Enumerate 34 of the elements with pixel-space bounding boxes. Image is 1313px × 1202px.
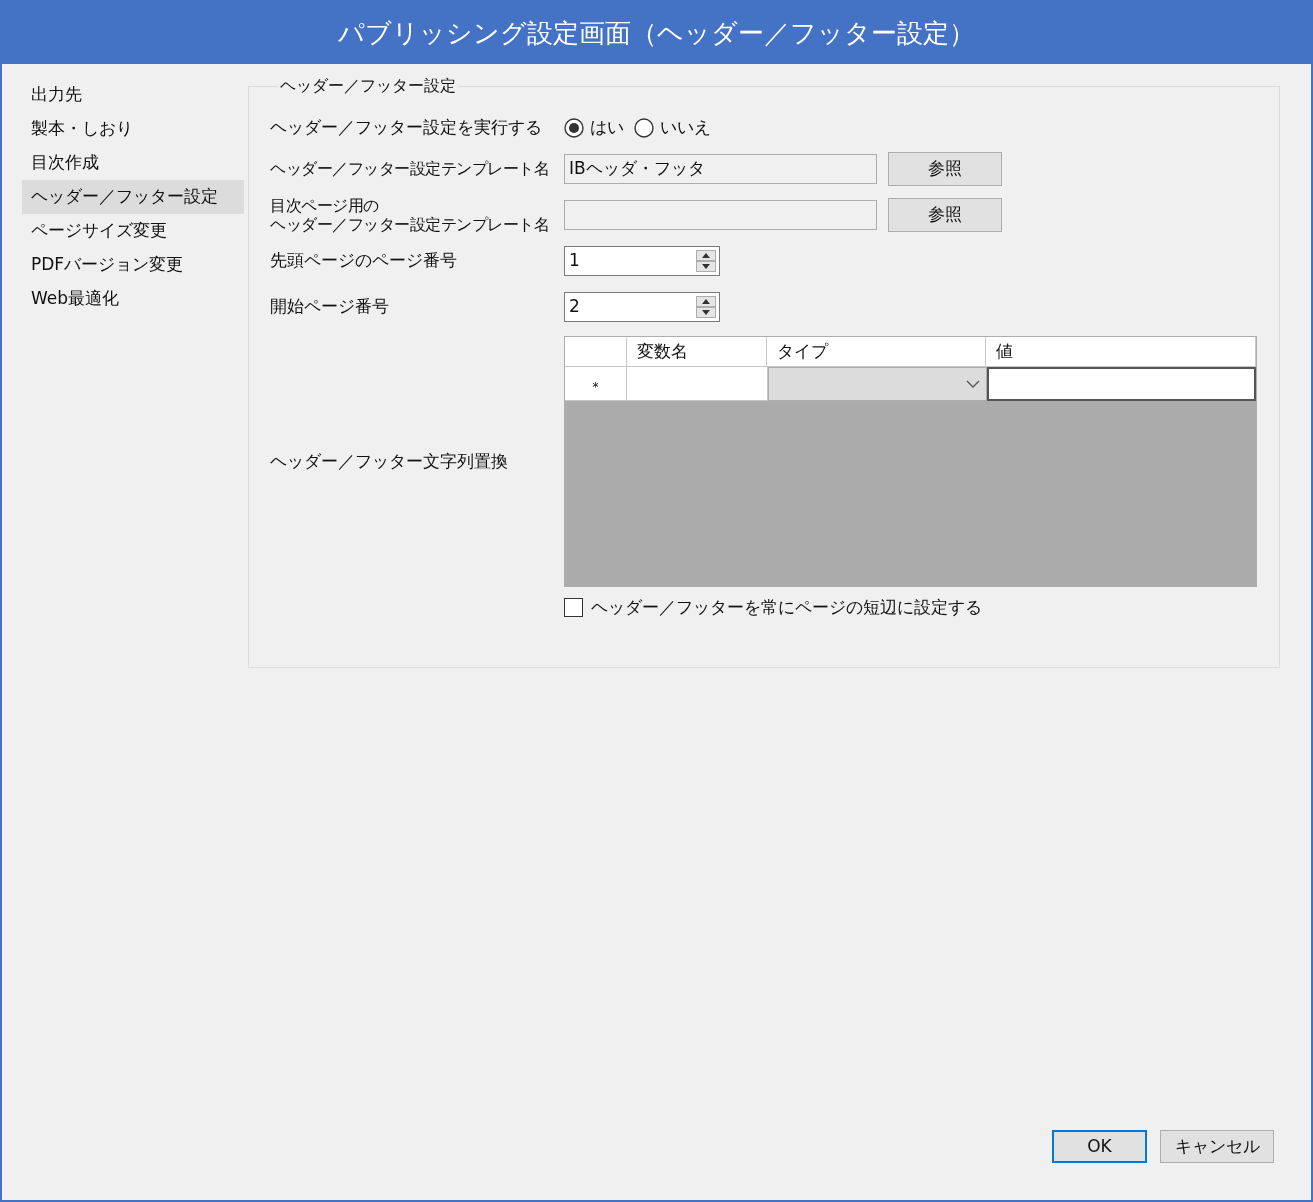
sidebar-item[interactable]: Web最適化 [22, 282, 244, 316]
spinner-arrows-icon[interactable] [696, 296, 716, 318]
spinner-arrows-icon[interactable] [696, 250, 716, 272]
sidebar-item[interactable]: PDFバージョン変更 [22, 248, 244, 282]
toc-template-field[interactable] [564, 200, 877, 230]
radio-icon[interactable] [564, 118, 584, 138]
browse-button[interactable]: 参照 [888, 198, 1002, 232]
short-edge-checkbox[interactable]: ヘッダー／フッターを常にページの短辺に設定する [564, 595, 1259, 621]
sidebar-item[interactable]: 製本・しおり [22, 112, 244, 146]
field-label: 先頭ページのページ番号 [270, 249, 458, 273]
dialog-button[interactable]: OK [1052, 1130, 1147, 1163]
start-page-number-field[interactable]: 2 [564, 292, 720, 322]
sidebar-item[interactable]: 目次作成 [22, 146, 244, 180]
field-label: 開始ページ番号 [270, 295, 390, 319]
radio-icon[interactable] [634, 118, 654, 138]
first-page-number-field[interactable]: 1 [564, 246, 720, 276]
browse-button[interactable]: 参照 [888, 152, 1002, 186]
sidebar-item[interactable]: 出力先 [22, 78, 244, 112]
window-title: パブリッシング設定画面（ヘッダー／フッター設定） [2, 2, 1311, 64]
template-field[interactable]: IBヘッダ・フッタ [564, 154, 877, 184]
checkbox-icon[interactable] [564, 598, 583, 618]
radio-option[interactable]: いいえ [634, 115, 711, 141]
sidebar-item[interactable]: ヘッダー／フッター設定 [22, 180, 244, 214]
field-label: ヘッダー／フッター文字列置換 [270, 449, 509, 473]
sidebar-item[interactable]: ページサイズ変更 [22, 214, 244, 248]
field-label: ヘッダー／フッター設定を実行する [270, 116, 543, 140]
group-title: ヘッダー／フッター設定 [279, 75, 457, 97]
field-label: 目次ページ用の ヘッダー／フッター設定テンプレート名 [270, 196, 550, 234]
dialog-button[interactable]: キャンセル [1160, 1130, 1274, 1163]
field-label: ヘッダー／フッター設定テンプレート名 [270, 158, 550, 180]
radio-option[interactable]: はい [564, 115, 624, 141]
new-row-marker: * [565, 367, 627, 401]
chevron-down-icon [966, 379, 980, 389]
table-cell[interactable] [987, 367, 1256, 401]
